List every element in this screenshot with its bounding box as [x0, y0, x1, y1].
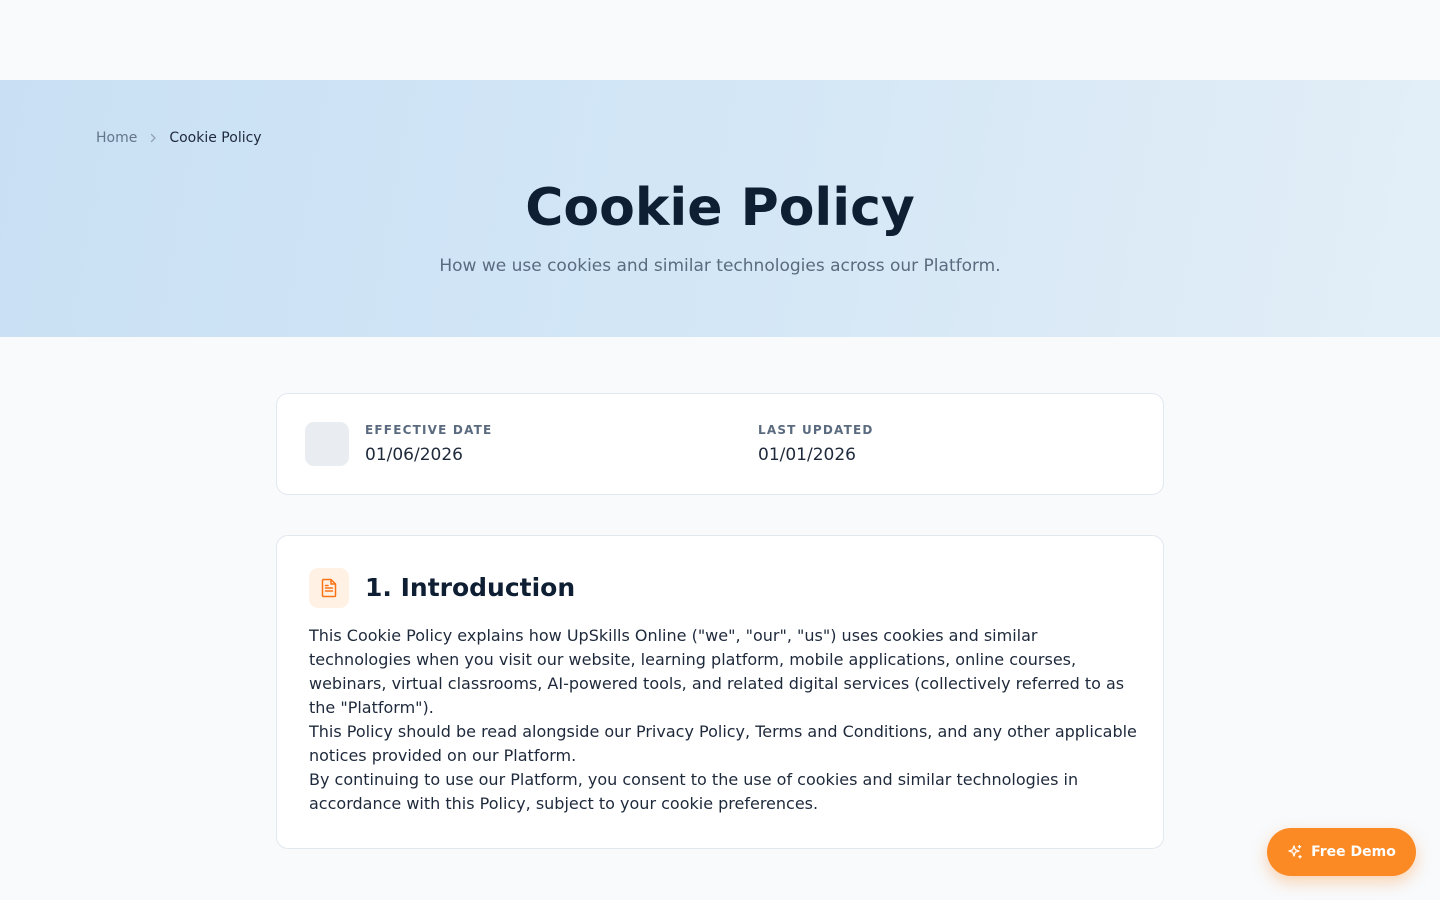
page-subtitle: How we use cookies and similar technolog… — [439, 256, 1001, 276]
last-updated: LAST UPDATED 01/01/2026 — [758, 422, 874, 466]
hero-banner: Home Cookie Policy Cookie Policy How we … — [0, 80, 1440, 337]
free-demo-button[interactable]: Free Demo — [1267, 828, 1416, 876]
chevron-right-icon — [147, 132, 159, 144]
page-title: Cookie Policy — [525, 178, 915, 238]
breadcrumb-current: Cookie Policy — [169, 130, 262, 146]
effective-date: EFFECTIVE DATE 01/06/2026 — [365, 422, 492, 466]
effective-date-value: 01/06/2026 — [365, 445, 463, 465]
sparkle-icon — [1287, 844, 1303, 860]
calendar-icon — [305, 422, 349, 466]
breadcrumb-home-link[interactable]: Home — [96, 129, 137, 147]
effective-date-label: EFFECTIVE DATE — [365, 423, 493, 437]
section-paragraph: This Cookie Policy explains how UpSkills… — [309, 626, 1125, 717]
section-title: 1. Introduction — [365, 573, 576, 602]
section-paragraph: By continuing to use our Platform, you c… — [309, 770, 1079, 813]
last-updated-value: 01/01/2026 — [758, 445, 856, 465]
free-demo-label: Free Demo — [1311, 844, 1396, 860]
section-paragraph: This Policy should be read alongside our… — [309, 722, 1137, 765]
top-navigation-bar — [0, 0, 1440, 80]
document-icon — [309, 568, 349, 608]
section-body: This Cookie Policy explains how UpSkills… — [309, 624, 1139, 816]
policy-dates-card: EFFECTIVE DATE 01/06/2026 LAST UPDATED 0… — [276, 393, 1164, 495]
last-updated-label: LAST UPDATED — [758, 423, 874, 437]
breadcrumb: Home Cookie Policy — [96, 129, 262, 147]
section-introduction: 1. Introduction This Cookie Policy expla… — [276, 535, 1164, 849]
